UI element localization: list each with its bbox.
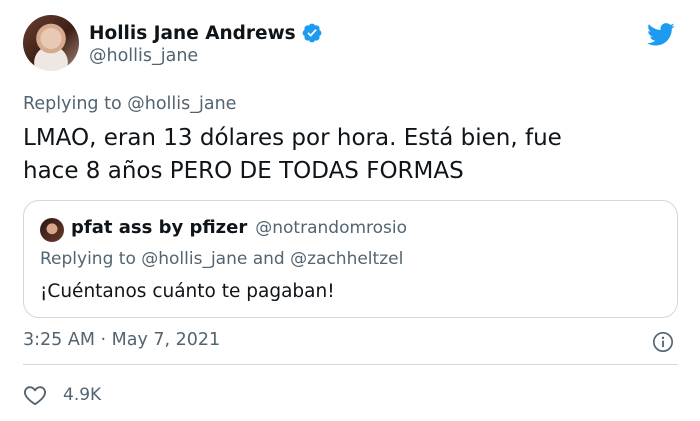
author-display-name[interactable]: Hollis Jane Andrews [89,23,296,44]
replying-prefix: Replying to [23,94,122,114]
like-count: 4.9K [63,385,102,405]
like-action[interactable]: 4.9K [23,382,101,408]
author-avatar[interactable] [23,15,79,71]
quoted-author-handle: @notrandomrosio [255,218,408,238]
tweet-timestamp[interactable]: 3:25 AM · May 7, 2021 [23,330,220,350]
tweet-text-line: hace 8 años PERO DE TODAS FORMAS [23,158,464,184]
quoted-author-name: pfat ass by pfizer [71,217,248,238]
info-icon[interactable] [652,331,674,353]
replying-handle-link[interactable]: @hollis_jane [127,94,236,114]
quoted-replying-to-line: Replying to @hollis_jane and @zachheltze… [40,249,404,269]
heart-icon[interactable] [23,384,47,406]
tweet-text: LMAO, eran 13 dólares por hora. Está bie… [23,122,663,188]
quoted-tweet[interactable]: pfat ass by pfizer @notrandomrosio Reply… [23,200,678,318]
tweet-text-line: LMAO, eran 13 dólares por hora. Está bie… [23,125,562,151]
author-handle[interactable]: @hollis_jane [89,46,198,66]
quoted-author-avatar [40,218,64,242]
divider [23,364,678,365]
replying-to-line: Replying to @hollis_jane [23,94,236,114]
verified-badge-icon [302,23,322,43]
twitter-bird-icon[interactable] [645,20,677,48]
quoted-tweet-text: ¡Cuéntanos cuánto te pagaban! [40,281,335,302]
quoted-tweet-header: pfat ass by pfizer @notrandomrosio [71,217,407,238]
author-name-row: Hollis Jane Andrews [89,20,323,46]
